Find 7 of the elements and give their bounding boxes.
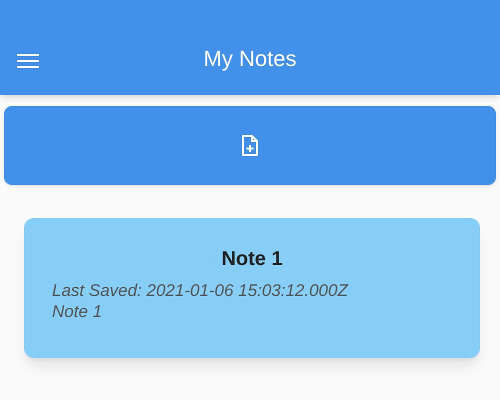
- note-title: Note 1: [220, 247, 284, 272]
- note-card[interactable]: Note 1 Last Saved: 2021-01-06 15:03:12.000Z Note 1: [24, 218, 480, 358]
- app-title: My Notes: [204, 45, 296, 73]
- add-file-icon: [241, 134, 259, 156]
- menu-icon[interactable]: [17, 52, 41, 70]
- last-saved-text: Last Saved: 2021-01-06 15:03:12.000Z: [52, 280, 350, 301]
- note-preview: Note 1: [52, 301, 104, 322]
